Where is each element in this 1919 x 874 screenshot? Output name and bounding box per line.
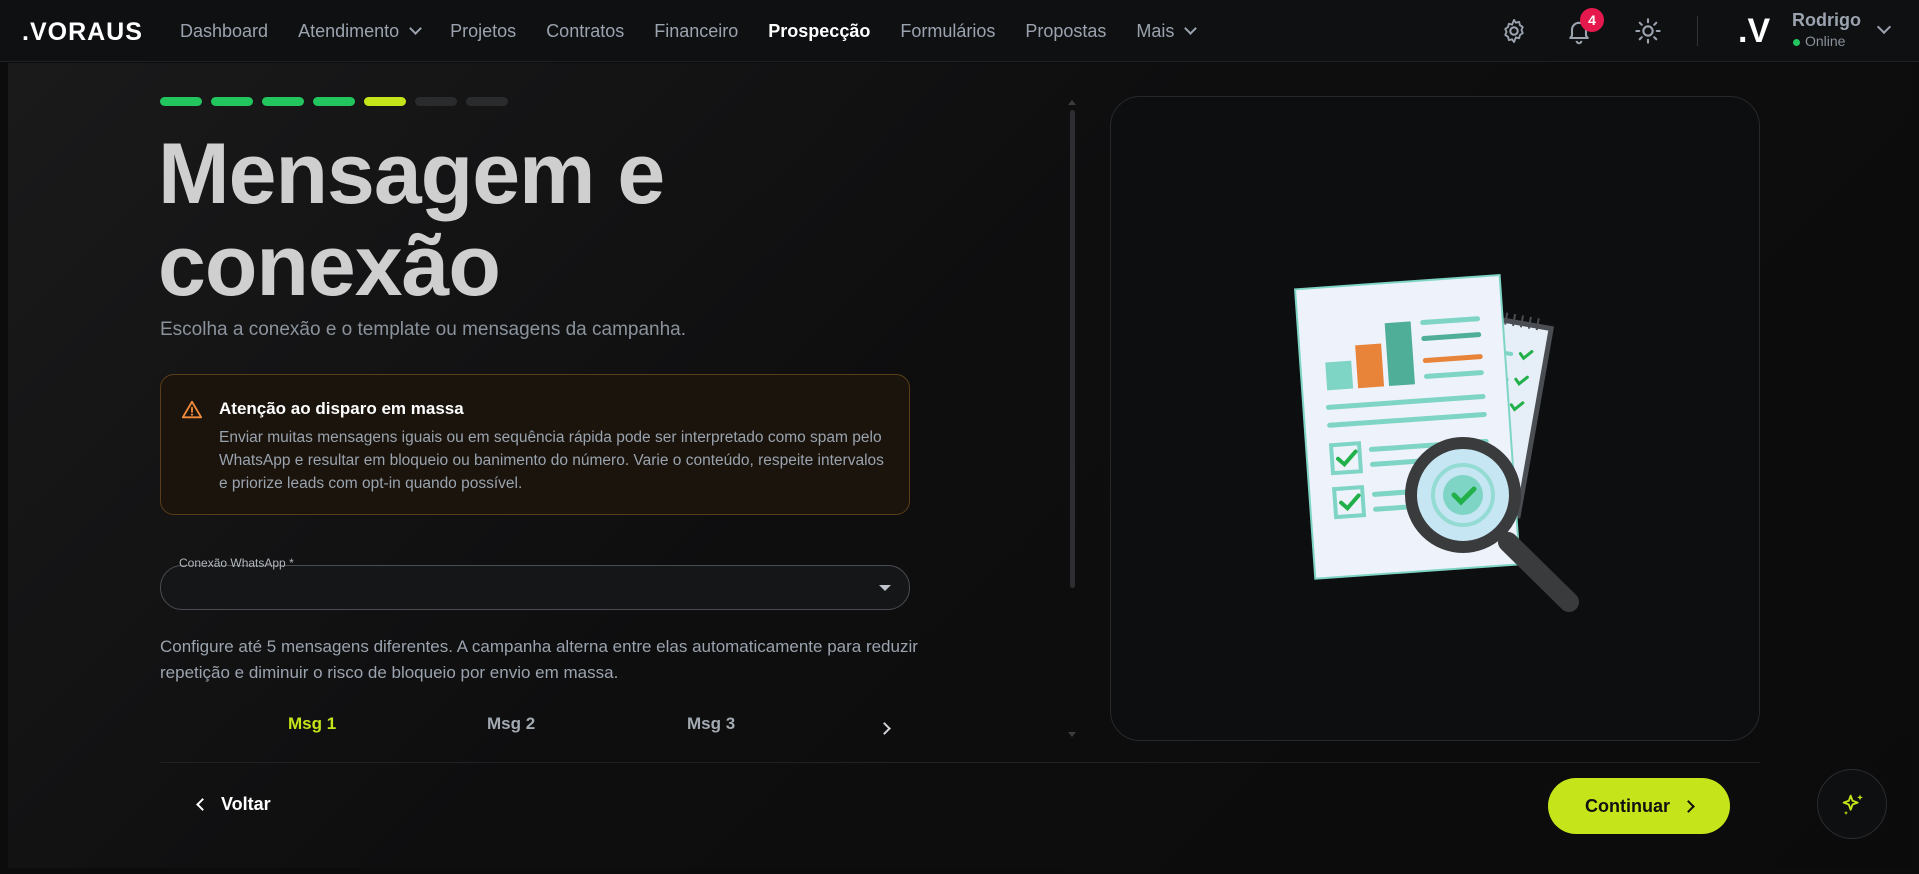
illustration-card	[1110, 96, 1760, 741]
warning-body: Enviar muitas mensagens iguais ou em seq…	[219, 429, 884, 492]
nav-item-formularios[interactable]: Formulários	[900, 21, 995, 42]
warning-title: Atenção ao disparo em massa	[219, 399, 464, 418]
voraus-logo[interactable]: .VORAUS	[22, 18, 143, 47]
chevron-down-icon	[409, 22, 423, 35]
messages-help-text: Configure até 5 mensagens diferentes. A …	[160, 637, 918, 682]
progress-step	[211, 97, 253, 106]
user-name[interactable]: Rodrigo	[1792, 10, 1861, 31]
scroll-down-arrow[interactable]	[1068, 732, 1076, 737]
nav-item-atendimento[interactable]: Atendimento	[298, 21, 423, 42]
warning-callout: Atenção ao disparo em massa Enviar muita…	[160, 374, 910, 515]
notification-badge: 4	[1580, 8, 1604, 32]
progress-step	[262, 97, 304, 106]
nav-item-prospeccao[interactable]: Prospecção	[768, 21, 870, 42]
progress-step	[466, 97, 508, 106]
topbar-divider	[1697, 16, 1698, 46]
sparkles-icon	[1842, 794, 1863, 816]
nav-item-contratos[interactable]: Contratos	[546, 21, 624, 42]
main-nav: Dashboard Atendimento Projetos Contratos…	[180, 0, 1225, 62]
sun-icon[interactable]	[1634, 17, 1662, 45]
tab-msg-3[interactable]: Msg 3	[687, 714, 735, 734]
page-title: Mensagem e conexão	[158, 126, 665, 314]
tab-msg-2[interactable]: Msg 2	[487, 714, 535, 734]
nav-item-financeiro[interactable]: Financeiro	[654, 21, 738, 42]
warning-triangle-icon	[181, 400, 203, 419]
chevron-down-icon	[1184, 22, 1198, 35]
footer-divider	[160, 762, 1760, 763]
nav-item-dashboard[interactable]: Dashboard	[180, 21, 268, 42]
continue-button[interactable]: Continuar	[1548, 778, 1730, 834]
message-tabs: Msg 1 Msg 2 Msg 3	[160, 714, 910, 744]
chevron-down-icon[interactable]	[1876, 19, 1892, 35]
whatsapp-connection-select[interactable]	[160, 565, 910, 610]
ai-assistant-button[interactable]	[1817, 769, 1887, 839]
page-subtitle: Escolha a conexão e o template ou mensag…	[160, 319, 687, 340]
chevron-left-icon	[196, 798, 209, 811]
top-navbar: .VORAUS Dashboard Atendimento Projetos C…	[0, 0, 1919, 62]
scrollbar-thumb[interactable]	[1070, 110, 1075, 588]
progress-step-current	[364, 97, 406, 106]
gear-icon[interactable]	[1500, 17, 1528, 45]
wizard-progress	[160, 97, 517, 106]
nav-item-projetos[interactable]: Projetos	[450, 21, 516, 42]
chevron-right-icon	[1682, 799, 1695, 813]
connection-label: Conexão WhatsApp *	[179, 556, 294, 570]
caret-down-icon	[879, 585, 891, 591]
tab-msg-1[interactable]: Msg 1	[288, 714, 336, 734]
online-dot-icon	[1793, 38, 1800, 46]
report-checklist-illustration	[1294, 273, 1579, 612]
avatar[interactable]: .V	[1738, 12, 1772, 50]
progress-step	[313, 97, 355, 106]
user-status: Online	[1793, 33, 1845, 49]
progress-step	[160, 97, 202, 106]
nav-item-mais[interactable]: Mais	[1136, 21, 1198, 42]
scroll-up-arrow[interactable]	[1068, 100, 1076, 105]
nav-item-propostas[interactable]: Propostas	[1025, 21, 1106, 42]
chevron-right-icon[interactable]	[878, 722, 891, 735]
back-button[interactable]: Voltar	[196, 794, 271, 815]
progress-step	[415, 97, 457, 106]
